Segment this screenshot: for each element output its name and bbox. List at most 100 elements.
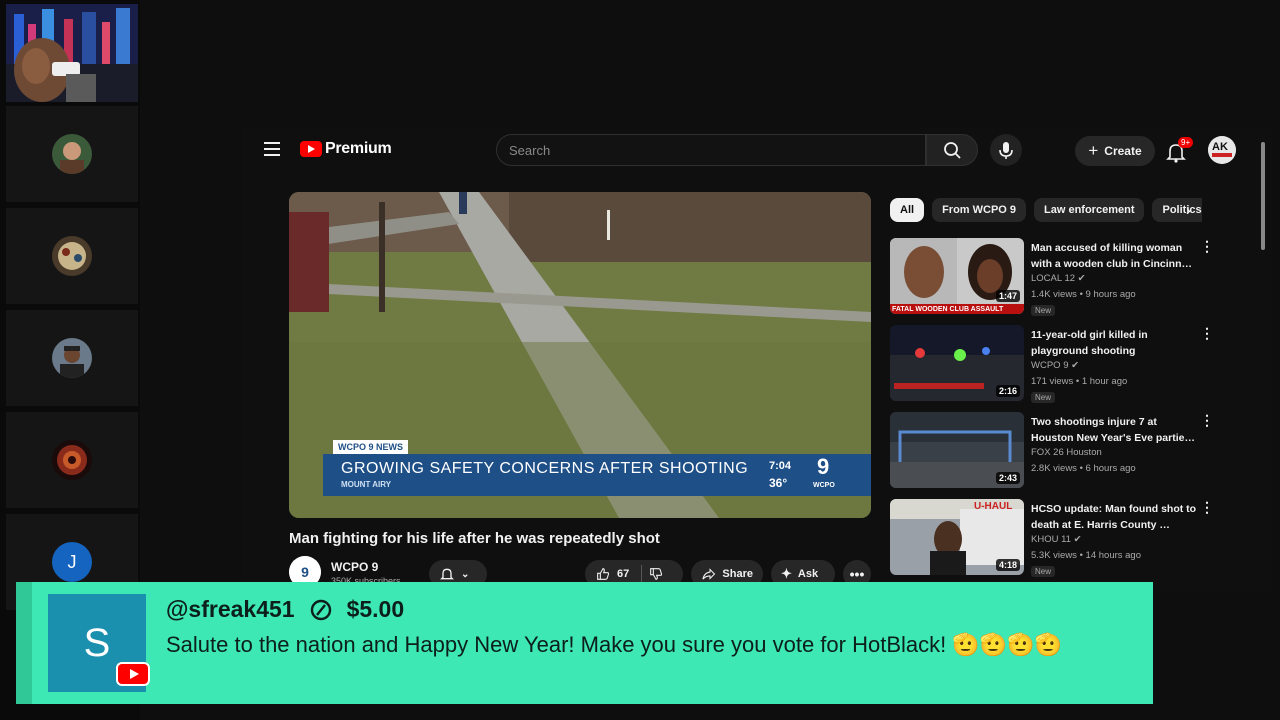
video-title[interactable]: Man accused of killing woman with a wood… — [1031, 240, 1197, 272]
new-badge: New — [1031, 305, 1056, 316]
youtube-header: Premium + Create — [242, 128, 1272, 250]
channel-name[interactable]: WCPO 9 — [331, 560, 378, 574]
news-temperature: 36° — [769, 476, 788, 490]
video-meta: 1.4K views • 9 hours ago — [1031, 289, 1136, 300]
create-label: Create — [1104, 144, 1142, 158]
youtube-play-icon — [300, 141, 322, 157]
channel-name: KHOU 11 ✔ — [1031, 534, 1082, 545]
superchat-message: Salute to the nation and Happy New Year!… — [166, 632, 1062, 657]
filter-chips: All From WCPO 9 Law enforcement Politics — [890, 198, 1202, 224]
verified-icon: ✔ — [1073, 534, 1082, 545]
thumbs-down-icon[interactable] — [648, 566, 664, 582]
create-button[interactable]: + Create — [1075, 136, 1155, 166]
channel-label: LOCAL 12 — [1031, 273, 1076, 284]
recommended-video[interactable]: U-HAUL 4:18 HCSO update: Man found shot … — [890, 499, 1220, 579]
chip-politics[interactable]: Politics — [1152, 198, 1202, 222]
verified-icon: ✔ — [1071, 360, 1080, 371]
chevron-right-icon[interactable]: › — [1186, 202, 1191, 218]
stream-stage: J Premium Search + Create 9+ AK WCPO 9 N… — [0, 0, 1280, 720]
participant-tile[interactable] — [6, 412, 138, 508]
scrollbar-thumb[interactable] — [1261, 142, 1265, 250]
new-badge: New — [1031, 566, 1056, 577]
svg-text:9: 9 — [301, 564, 309, 580]
ask-label: Ask — [797, 568, 819, 580]
voice-search-button[interactable] — [990, 134, 1022, 166]
youtube-logo[interactable]: Premium — [300, 140, 392, 158]
superchat-accent-stripe — [16, 582, 32, 704]
video-duration: 2:43 — [995, 472, 1020, 484]
account-avatar[interactable]: AK — [1208, 136, 1236, 164]
channel-name: FOX 26 Houston — [1031, 447, 1102, 458]
more-vertical-icon[interactable]: ⋮ — [1200, 239, 1214, 253]
video-meta: 2.8K views • 6 hours ago — [1031, 463, 1136, 474]
participant-initial-avatar: J — [52, 542, 92, 582]
video-thumbnail[interactable]: 2:43 — [890, 412, 1024, 488]
thumbnail-caption: FATAL WOODEN CLUB ASSAULT — [892, 306, 1004, 313]
video-title[interactable]: Two shootings injure 7 at Houston New Ye… — [1031, 414, 1197, 446]
news-time: 7:04 — [769, 460, 792, 472]
chevron-down-icon: ⌄ — [461, 568, 470, 580]
participant-avatar — [52, 338, 92, 378]
channel-label: WCPO 9 — [1031, 360, 1069, 371]
chip-all[interactable]: All — [890, 198, 925, 222]
more-vertical-icon[interactable]: ⋮ — [1200, 326, 1214, 340]
participant-avatar — [52, 236, 92, 276]
channel-label: KHOU 11 — [1031, 534, 1071, 545]
youtube-window: Premium + Create — [242, 128, 1272, 592]
video-thumbnail[interactable]: FATAL WOODEN CLUB ASSAULT 1:47 — [890, 238, 1024, 314]
video-title: Man fighting for his life after he was r… — [289, 530, 660, 547]
video-duration: 2:16 — [995, 385, 1020, 397]
recommended-video[interactable]: FATAL WOODEN CLUB ASSAULT 1:47 Man accus… — [890, 238, 1220, 318]
share-icon — [702, 568, 716, 580]
thumbnail-caption: U-HAUL — [974, 501, 1013, 512]
video-title[interactable]: HCSO update: Man found shot to death at … — [1031, 501, 1197, 533]
search-box — [496, 134, 926, 166]
verified-icon: ✔ — [1077, 273, 1086, 284]
participant-avatar — [52, 440, 92, 480]
account-initials: AK — [1212, 141, 1228, 153]
station-logo-number: 9 — [817, 454, 830, 479]
more-vertical-icon[interactable]: ⋮ — [1200, 413, 1214, 427]
news-headline: GROWING SAFETY CONCERNS AFTER SHOOTING — [341, 460, 749, 477]
host-camera-image — [6, 4, 138, 102]
search-input[interactable] — [497, 135, 925, 166]
video-thumbnail[interactable]: U-HAUL 4:18 — [890, 499, 1024, 575]
notification-badge: 9+ — [1178, 137, 1194, 148]
station-logo-name: WCPO — [813, 482, 835, 489]
recommended-video[interactable]: 2:16 11-year-old girl killed in playgrou… — [890, 325, 1220, 405]
participant-tile[interactable] — [6, 310, 138, 406]
more-horizontal-icon: ••• — [849, 566, 865, 582]
superchat-amount: $5.00 — [346, 596, 405, 622]
host-camera-feed — [6, 4, 138, 102]
chip-from-channel[interactable]: From WCPO 9 — [932, 198, 1027, 222]
search-button[interactable] — [926, 134, 978, 166]
chip-law-enforcement[interactable]: Law enforcement — [1034, 198, 1145, 222]
thumbs-up-icon — [597, 568, 610, 580]
more-vertical-icon[interactable]: ⋮ — [1200, 500, 1214, 514]
like-count: 67 — [617, 568, 630, 580]
video-meta: 171 views • 1 hour ago — [1031, 376, 1128, 387]
video-duration: 1:47 — [995, 290, 1020, 302]
video-title[interactable]: 11-year-old girl killed in playground sh… — [1031, 327, 1197, 359]
superchat-header: @sfreak451 $5.00 — [166, 596, 404, 623]
recommended-video[interactable]: 2:43 Two shootings injure 7 at Houston N… — [890, 412, 1220, 492]
sparkle-icon: ✦ — [781, 566, 792, 581]
plus-icon: + — [1088, 141, 1099, 160]
participant-tile[interactable] — [6, 208, 138, 304]
news-tag: WCPO 9 NEWS — [333, 440, 409, 454]
video-player[interactable]: WCPO 9 NEWS GROWING SAFETY CONCERNS AFTE… — [289, 192, 871, 518]
participant-avatar — [52, 134, 92, 174]
share-label: Share — [722, 568, 753, 580]
superchat-username: @sfreak451 — [166, 596, 295, 622]
menu-icon[interactable] — [264, 142, 280, 156]
superchat-banner: S @sfreak451 $5.00 Salute to the nation … — [16, 582, 1153, 704]
youtube-badge-icon — [116, 662, 150, 686]
news-lower-third: WCPO 9 NEWS GROWING SAFETY CONCERNS AFTE… — [323, 440, 871, 496]
participant-tile[interactable] — [6, 106, 138, 202]
channel-name: LOCAL 12 ✔ — [1031, 273, 1086, 284]
channel-name: WCPO 9 ✔ — [1031, 360, 1079, 371]
page-scrollbar[interactable] — [1260, 138, 1266, 592]
video-thumbnail[interactable]: 2:16 — [890, 325, 1024, 401]
news-location: MOUNT AIRY — [341, 480, 392, 489]
new-badge: New — [1031, 392, 1056, 403]
